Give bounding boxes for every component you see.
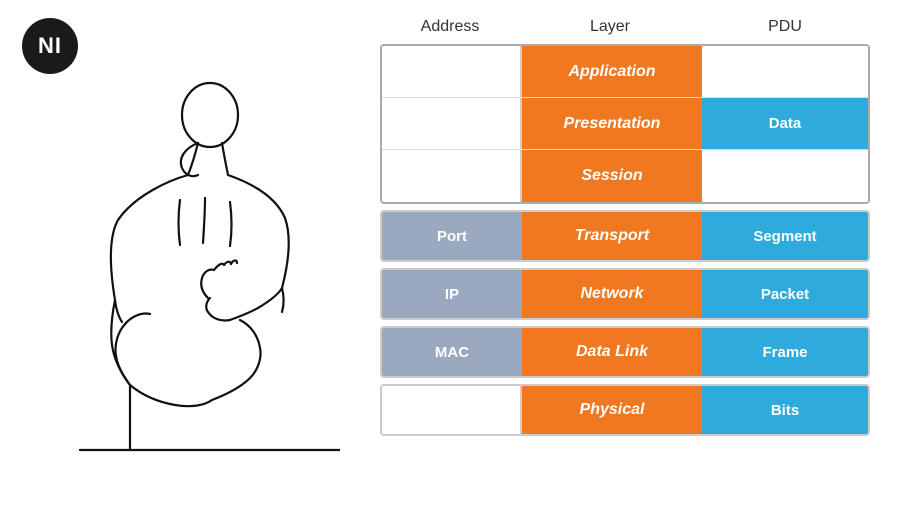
cell-layer-application: Application — [522, 46, 702, 97]
cell-pdu-physical: Bits — [702, 386, 868, 434]
cell-address-transport: Port — [382, 212, 522, 260]
header-pdu: PDU — [700, 18, 870, 36]
table-row: Port Transport Segment — [380, 210, 870, 262]
cell-layer-physical: Physical — [522, 386, 702, 434]
cell-layer-session: Session — [522, 150, 702, 202]
cell-address-datalink: MAC — [382, 328, 522, 376]
column-headers: Address Layer PDU — [380, 18, 870, 36]
cell-pdu-network: Packet — [702, 270, 868, 318]
cell-pdu-presentation: Data — [702, 98, 868, 149]
cell-address-application — [382, 46, 522, 97]
cell-pdu-application — [702, 46, 868, 97]
header-address: Address — [380, 18, 520, 36]
logo-text: NI — [38, 33, 62, 59]
cell-pdu-datalink: Frame — [702, 328, 868, 376]
osi-panel: Address Layer PDU Application Presentati… — [380, 18, 870, 442]
cell-pdu-session — [702, 150, 868, 202]
cell-address-network: IP — [382, 270, 522, 318]
table-row: Physical Bits — [380, 384, 870, 436]
cell-layer-transport: Transport — [522, 212, 702, 260]
header-layer: Layer — [520, 18, 700, 36]
cell-layer-presentation: Presentation — [522, 98, 702, 149]
cell-address-physical — [382, 386, 522, 434]
upper-layers-group: Application Presentation Data Session — [380, 44, 870, 204]
table-row: MAC Data Link Frame — [380, 326, 870, 378]
person-illustration — [30, 60, 360, 490]
table-row: Presentation Data — [382, 98, 868, 150]
cell-address-session — [382, 150, 522, 202]
cell-layer-network: Network — [522, 270, 702, 318]
table-row: Session — [382, 150, 868, 202]
table-row: IP Network Packet — [380, 268, 870, 320]
cell-address-presentation — [382, 98, 522, 149]
table-row: Application — [382, 46, 868, 98]
cell-layer-datalink: Data Link — [522, 328, 702, 376]
cell-pdu-transport: Segment — [702, 212, 868, 260]
